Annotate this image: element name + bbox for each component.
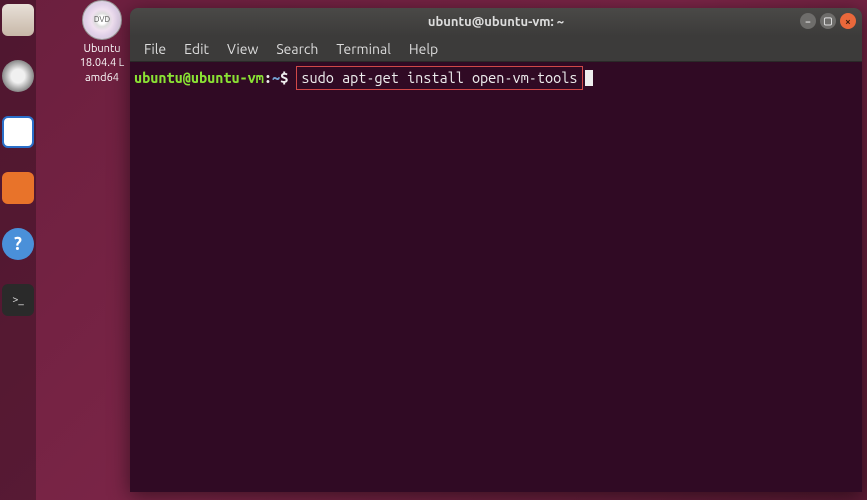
prompt-sep: : [264, 69, 272, 86]
menu-help[interactable]: Help [401, 39, 446, 59]
menu-terminal[interactable]: Terminal [328, 39, 399, 59]
software-icon[interactable] [2, 172, 34, 204]
window-controls: − ▢ × [800, 13, 856, 29]
dvd-label-line1: Ubuntu [74, 42, 130, 56]
dvd-label-line3: amd64 [74, 71, 130, 85]
menu-search[interactable]: Search [268, 39, 326, 59]
terminal-body[interactable]: ubuntu@ubuntu-vm:~$ sudo apt-get install… [130, 62, 862, 492]
command-text: sudo apt-get install open-vm-tools [296, 66, 582, 90]
prompt-user: ubuntu@ubuntu-vm [134, 69, 264, 86]
terminal-icon[interactable]: >_ [2, 284, 34, 316]
terminal-window: ubuntu@ubuntu-vm: ~ − ▢ × File Edit View… [130, 8, 862, 492]
launcher-dock: ? >_ [0, 0, 36, 500]
writer-icon[interactable] [2, 116, 34, 148]
window-titlebar[interactable]: ubuntu@ubuntu-vm: ~ − ▢ × [130, 8, 862, 36]
maximize-button[interactable]: ▢ [820, 13, 836, 29]
window-title: ubuntu@ubuntu-vm: ~ [428, 15, 564, 29]
help-icon[interactable]: ? [2, 228, 34, 260]
desktop-dvd-icon[interactable]: DVD Ubuntu 18.04.4 L amd64 [74, 0, 130, 85]
dvd-label-line2: 18.04.4 L [74, 56, 130, 70]
menubar: File Edit View Search Terminal Help [130, 36, 862, 62]
menu-view[interactable]: View [219, 39, 266, 59]
minimize-button[interactable]: − [800, 13, 816, 29]
files-icon[interactable] [2, 4, 34, 36]
dvd-disc-icon: DVD [82, 0, 122, 40]
prompt-symbol: $ [280, 69, 288, 86]
close-button[interactable]: × [840, 13, 856, 29]
prompt-path: ~ [272, 69, 280, 86]
menu-edit[interactable]: Edit [176, 39, 217, 59]
menu-file[interactable]: File [136, 39, 174, 59]
terminal-cursor [585, 70, 593, 86]
disc-icon[interactable] [2, 60, 34, 92]
